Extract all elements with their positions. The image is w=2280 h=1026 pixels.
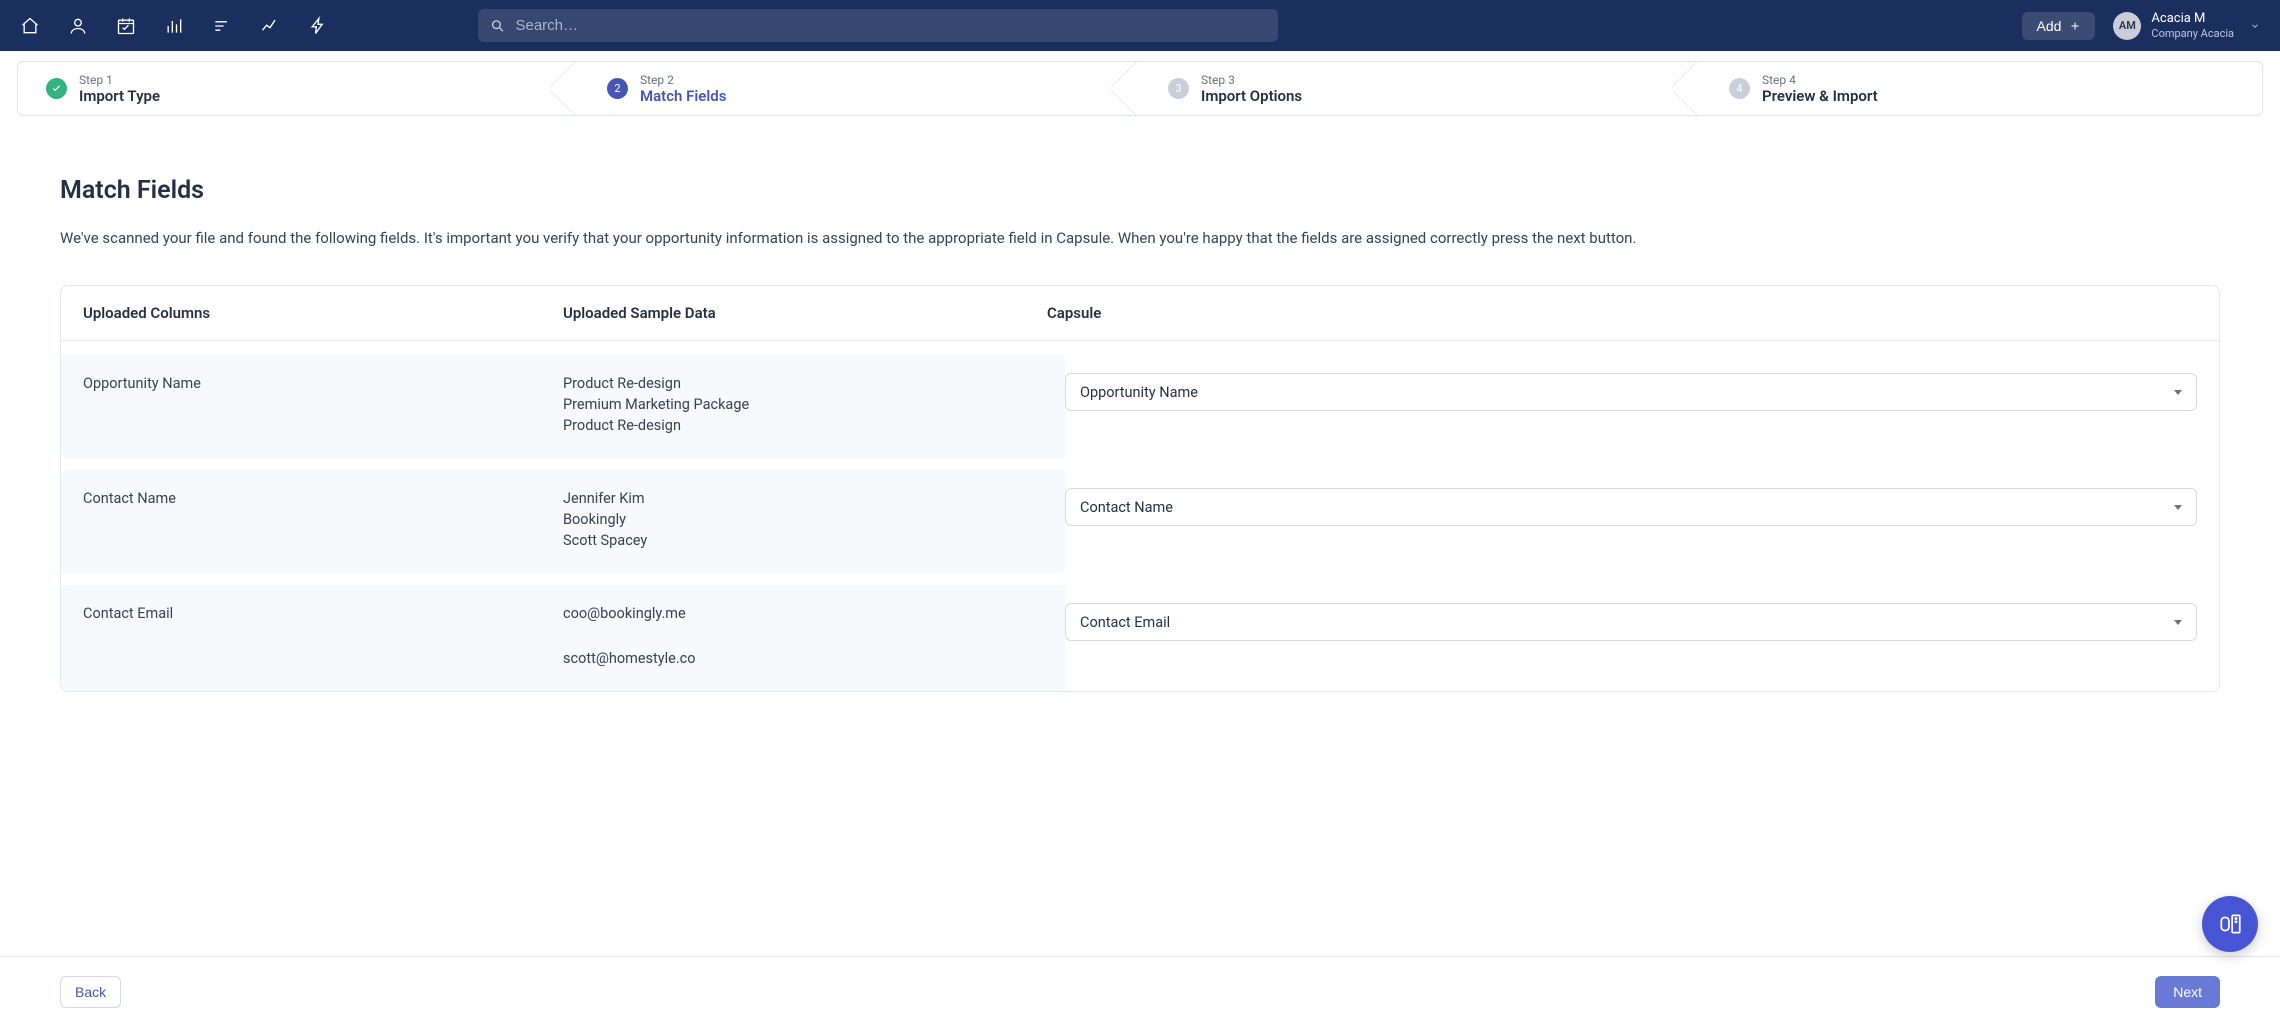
help-icon <box>2217 911 2243 937</box>
chevron-down-icon <box>2174 620 2182 625</box>
sample-value: Bookingly <box>563 511 1043 528</box>
header-capsule: Capsule <box>1043 304 2197 322</box>
step-4-label: Step 4 <box>1762 73 1878 87</box>
step-3[interactable]: 3 Step 3 Import Options <box>1140 62 1701 115</box>
topbar: Add AM Acacia M Company Acacia <box>0 0 2280 51</box>
chevron-down-icon <box>2250 21 2260 31</box>
search-input[interactable] <box>515 17 1266 34</box>
capsule-field-value: Contact Name <box>1080 499 1173 516</box>
step-2-number: 2 <box>607 78 628 99</box>
sample-value: Product Re-design <box>563 375 1043 392</box>
search-icon <box>490 18 505 34</box>
step-2-title: Match Fields <box>640 87 726 105</box>
capsule-field-select[interactable]: Contact Name <box>1065 488 2197 526</box>
sample-value: Premium Marketing Package <box>563 396 1043 413</box>
sample-value: Scott Spacey <box>563 532 1043 549</box>
nav-icons <box>20 16 328 36</box>
capsule-field-select[interactable]: Contact Email <box>1065 603 2197 641</box>
match-table: Uploaded Columns Uploaded Sample Data Ca… <box>60 285 2220 692</box>
step-4[interactable]: 4 Step 4 Preview & Import <box>1701 62 2262 115</box>
capsule-field-select[interactable]: Opportunity Name <box>1065 373 2197 411</box>
step-3-number: 3 <box>1168 78 1189 99</box>
sample-data: Jennifer Kim Bookingly Scott Spacey <box>563 490 1043 553</box>
stepper-wrap: Step 1 Import Type 2 Step 2 Match Fields… <box>0 51 2280 116</box>
table-row: Contact Name Jennifer Kim Bookingly Scot… <box>61 470 2219 573</box>
match-header: Uploaded Columns Uploaded Sample Data Ca… <box>61 286 2219 341</box>
list-icon[interactable] <box>212 16 232 36</box>
next-button[interactable]: Next <box>2155 976 2220 1008</box>
table-row: Opportunity Name Product Re-design Premi… <box>61 355 2219 458</box>
avatar: AM <box>2113 12 2141 40</box>
help-fab[interactable] <box>2202 896 2258 952</box>
sample-value: scott@homestyle.co <box>563 650 1043 667</box>
bar-chart-icon[interactable] <box>164 16 184 36</box>
chevron-down-icon <box>2174 390 2182 395</box>
step-4-number: 4 <box>1729 78 1750 99</box>
main-content: Match Fields We've scanned your file and… <box>0 116 2280 692</box>
sample-data: Product Re-design Premium Marketing Pack… <box>563 375 1043 438</box>
footer: Back Next <box>0 956 2280 1026</box>
uploaded-column-name: Contact Email <box>83 605 563 671</box>
chevron-down-icon <box>2174 505 2182 510</box>
sample-value: coo@bookingly.me <box>563 605 1043 622</box>
step-2[interactable]: 2 Step 2 Match Fields <box>579 62 1140 115</box>
bolt-icon[interactable] <box>308 16 328 36</box>
add-button[interactable]: Add <box>2022 12 2095 40</box>
step-1-label: Step 1 <box>79 73 160 87</box>
step-3-label: Step 3 <box>1201 73 1302 87</box>
header-uploaded-columns: Uploaded Columns <box>83 304 563 322</box>
step-2-label: Step 2 <box>640 73 726 87</box>
person-icon[interactable] <box>68 16 88 36</box>
user-menu[interactable]: AM Acacia M Company Acacia <box>2113 11 2260 40</box>
table-row: Contact Email coo@bookingly.me scott@hom… <box>61 585 2219 691</box>
capsule-field-value: Contact Email <box>1080 614 1170 631</box>
topbar-right: Add AM Acacia M Company Acacia <box>2022 11 2260 40</box>
sample-value: Jennifer Kim <box>563 490 1043 507</box>
searchbar[interactable] <box>478 9 1278 42</box>
add-button-label: Add <box>2036 18 2061 34</box>
step-complete-icon <box>46 78 67 99</box>
user-org: Company Acacia <box>2151 27 2234 40</box>
page-description: We've scanned your file and found the fo… <box>60 229 2220 247</box>
sample-value-empty <box>563 626 1043 646</box>
user-names: Acacia M Company Acacia <box>2151 11 2234 40</box>
plus-icon <box>2069 20 2081 32</box>
sample-value: Product Re-design <box>563 417 1043 434</box>
home-icon[interactable] <box>20 16 40 36</box>
stepper: Step 1 Import Type 2 Step 2 Match Fields… <box>17 61 2263 116</box>
header-uploaded-sample: Uploaded Sample Data <box>563 304 1043 322</box>
back-button[interactable]: Back <box>60 976 121 1008</box>
match-body: Opportunity Name Product Re-design Premi… <box>61 355 2219 691</box>
uploaded-column-name: Contact Name <box>83 490 563 553</box>
calendar-icon[interactable] <box>116 16 136 36</box>
page-title: Match Fields <box>60 176 2220 205</box>
capsule-field-value: Opportunity Name <box>1080 384 1198 401</box>
step-1-title: Import Type <box>79 87 160 105</box>
step-1[interactable]: Step 1 Import Type <box>18 62 579 115</box>
sample-data: coo@bookingly.me scott@homestyle.co <box>563 605 1043 671</box>
uploaded-column-name: Opportunity Name <box>83 375 563 438</box>
user-name: Acacia M <box>2151 11 2234 27</box>
trend-icon[interactable] <box>260 16 280 36</box>
step-4-title: Preview & Import <box>1762 87 1878 105</box>
step-3-title: Import Options <box>1201 87 1302 105</box>
